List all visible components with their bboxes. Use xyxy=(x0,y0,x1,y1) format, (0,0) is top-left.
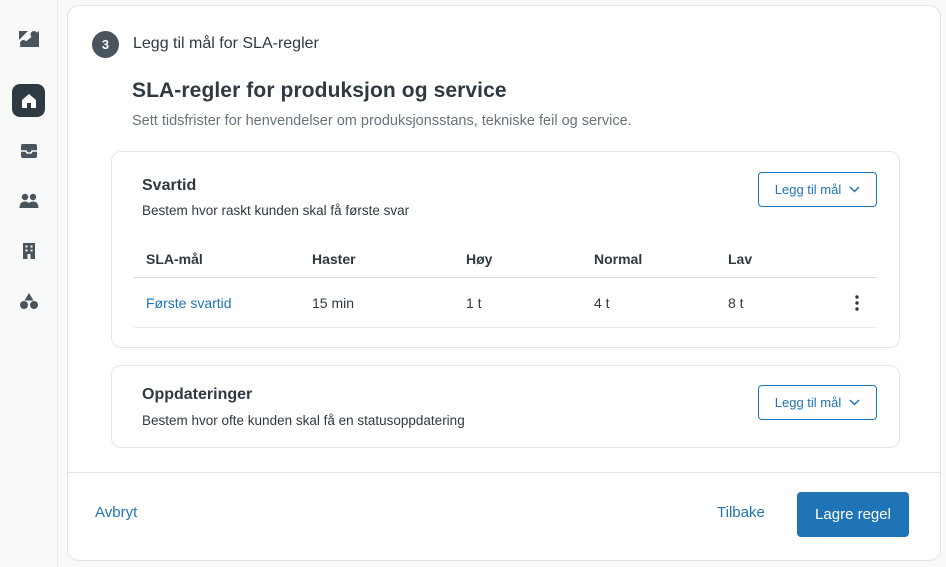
sidebar xyxy=(0,0,58,567)
sla-table: SLA-mål Haster Høy Normal Lav Første sva… xyxy=(134,240,877,328)
table-header: SLA-mål Haster Høy Normal Lav xyxy=(134,240,877,278)
step-title: Legg til mål for SLA-regler xyxy=(133,35,319,52)
column-header: Normal xyxy=(594,250,643,267)
column-header: Haster xyxy=(312,250,356,267)
save-rule-button[interactable]: Lagre regel xyxy=(797,492,909,537)
normal-value: 4 t xyxy=(594,294,610,311)
chevron-down-icon xyxy=(849,399,860,406)
shapes-icon[interactable] xyxy=(12,284,45,317)
card-title: Svartid xyxy=(142,177,197,194)
response-time-card: Svartid Bestem hvor raskt kunden skal få… xyxy=(111,151,900,348)
app-root: 3 Legg til mål for SLA-regler SLA-regler… xyxy=(0,0,946,567)
add-goal-button[interactable]: Legg til mål xyxy=(758,172,877,207)
updates-card: Oppdateringer Bestem hvor ofte kunden sk… xyxy=(111,365,900,448)
low-value: 8 t xyxy=(728,294,744,311)
add-goal-label: Legg til mål xyxy=(774,182,842,197)
sla-wizard-panel: 3 Legg til mål for SLA-regler SLA-regler… xyxy=(67,5,941,561)
page-subtitle: Sett tidsfrister for henvendelser om pro… xyxy=(132,113,632,129)
chevron-down-icon xyxy=(849,186,860,193)
urgent-value: 15 min xyxy=(312,294,355,311)
add-goal-button[interactable]: Legg til mål xyxy=(758,385,877,420)
cancel-button[interactable]: Avbryt xyxy=(95,504,137,521)
column-header: Lav xyxy=(728,250,753,267)
back-button[interactable]: Tilbake xyxy=(717,504,765,521)
row-options-icon[interactable] xyxy=(849,278,865,327)
high-value: 1 t xyxy=(466,294,482,311)
zendesk-logo-icon[interactable] xyxy=(12,22,45,55)
card-description: Bestem hvor ofte kunden skal få en statu… xyxy=(142,413,465,428)
organization-icon[interactable] xyxy=(12,234,45,267)
footer-divider xyxy=(68,472,940,473)
page-title: SLA-regler for produksjon og service xyxy=(132,79,507,102)
sla-goal-link[interactable]: Første svartid xyxy=(146,278,232,327)
users-icon[interactable] xyxy=(12,184,45,217)
inbox-icon[interactable] xyxy=(12,134,45,167)
table-row: Første svartid 15 min 1 t 4 t 8 t xyxy=(134,278,877,328)
add-goal-label: Legg til mål xyxy=(774,395,842,410)
card-title: Oppdateringer xyxy=(142,386,253,403)
step-number-badge: 3 xyxy=(92,31,119,58)
home-icon[interactable] xyxy=(12,84,45,117)
column-header: Høy xyxy=(466,250,493,267)
column-header: SLA-mål xyxy=(146,250,203,267)
card-description: Bestem hvor raskt kunden skal få første … xyxy=(142,203,410,218)
